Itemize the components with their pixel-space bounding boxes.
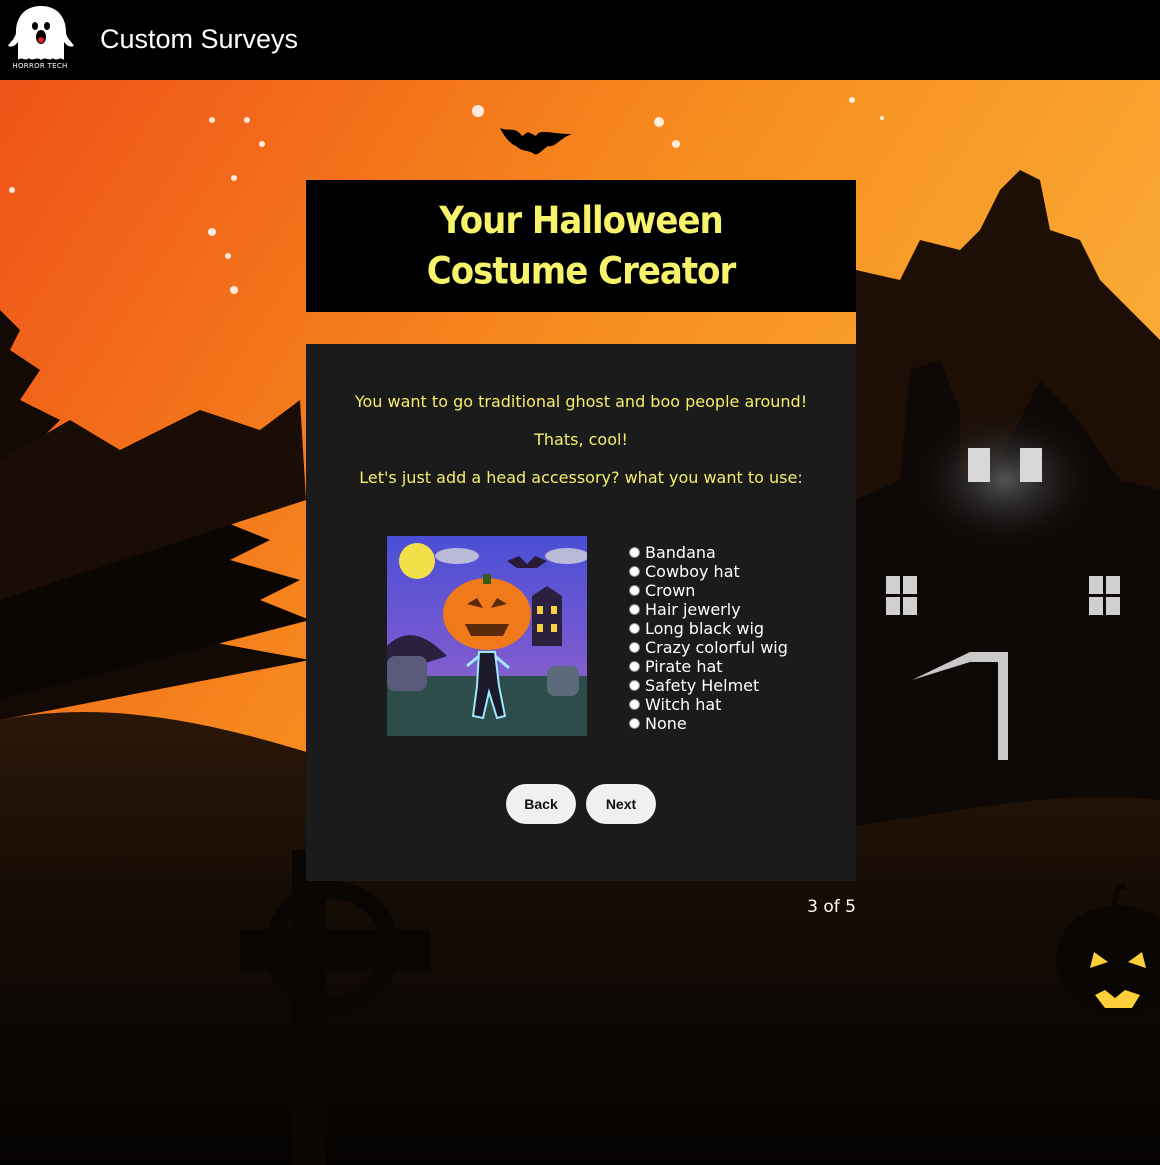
top-bar: HORROR TECH Custom Surveys	[0, 0, 1160, 80]
radio-icon[interactable]	[629, 547, 640, 558]
option-label: Hair jewerly	[645, 600, 741, 619]
option-crown[interactable]: Crown	[628, 581, 848, 600]
option-label: Crown	[645, 581, 696, 600]
option-bandana[interactable]: Bandana	[628, 543, 848, 562]
back-button[interactable]: Back	[506, 784, 576, 824]
option-safety-helmet[interactable]: Safety Helmet	[628, 676, 848, 695]
radio-icon[interactable]	[629, 604, 640, 615]
option-crazy-colorful-wig[interactable]: Crazy colorful wig	[628, 638, 848, 657]
option-label: Bandana	[645, 543, 716, 562]
radio-icon[interactable]	[629, 642, 640, 653]
option-label: Crazy colorful wig	[645, 638, 788, 657]
brand-text: HORROR TECH	[12, 62, 68, 70]
radio-icon[interactable]	[629, 585, 640, 596]
radio-icon[interactable]	[629, 566, 640, 577]
option-label: Cowboy hat	[645, 562, 740, 581]
app-title: Custom Surveys	[100, 24, 299, 54]
radio-icon[interactable]	[629, 699, 640, 710]
radio-icon[interactable]	[629, 680, 640, 691]
survey-title-card: Your Halloween Costume Creator	[306, 180, 856, 312]
message-line: You want to go traditional ghost and boo…	[354, 392, 808, 411]
option-witch-hat[interactable]: Witch hat	[628, 695, 848, 714]
accessory-options: Bandana Cowboy hat Crown Hair jewerly Lo…	[628, 543, 848, 733]
option-hair-jewerly[interactable]: Hair jewerly	[628, 600, 848, 619]
option-label: None	[645, 714, 687, 733]
option-pirate-hat[interactable]: Pirate hat	[628, 657, 848, 676]
option-none[interactable]: None	[628, 714, 848, 733]
option-label: Pirate hat	[645, 657, 723, 676]
option-label: Long black wig	[645, 619, 765, 638]
option-long-black-wig[interactable]: Long black wig	[628, 619, 848, 638]
message-line: Let's just add a head accessory? what yo…	[359, 468, 803, 487]
option-label: Witch hat	[645, 695, 722, 714]
radio-icon[interactable]	[629, 661, 640, 672]
survey-title: Your Halloween Costume Creator	[426, 198, 736, 294]
option-cowboy-hat[interactable]: Cowboy hat	[628, 562, 848, 581]
next-button[interactable]: Next	[586, 784, 656, 824]
question-panel: You want to go traditional ghost and boo…	[306, 344, 856, 881]
radio-icon[interactable]	[629, 623, 640, 634]
message-line: Thats, cool!	[534, 430, 628, 449]
costume-preview-image	[387, 536, 587, 736]
page-progress: 3 of 5	[807, 897, 856, 917]
option-label: Safety Helmet	[645, 676, 760, 695]
radio-icon[interactable]	[629, 718, 640, 729]
